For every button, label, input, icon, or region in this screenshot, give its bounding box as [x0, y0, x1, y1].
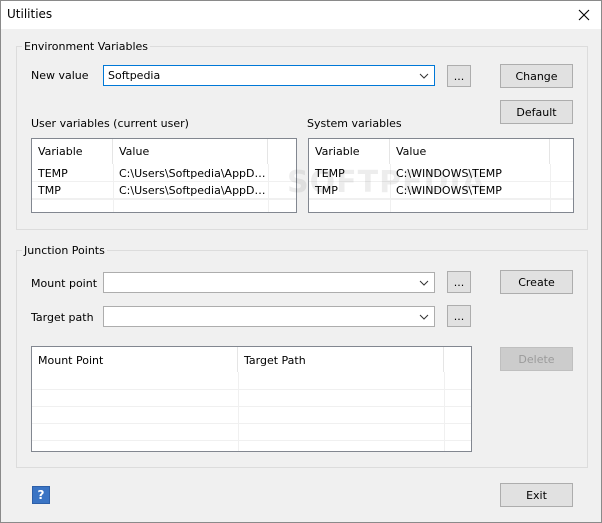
table-row[interactable]: TEMP C:\Users\Softpedia\AppDat... [32, 165, 296, 182]
system-variables-label: System variables [307, 117, 402, 130]
grid-line [32, 406, 471, 407]
grid-line [390, 164, 391, 212]
new-value-text: Softpedia [108, 69, 161, 82]
table-row[interactable]: TMP C:\WINDOWS\TEMP [309, 182, 573, 199]
system-variables-list[interactable]: Variable Value TEMP C:\WINDOWS\TEMP TMP … [308, 138, 574, 213]
table-row[interactable]: TEMP C:\WINDOWS\TEMP [309, 165, 573, 182]
target-path-label: Target path [31, 311, 94, 324]
column-header-variable[interactable]: Variable [32, 139, 113, 164]
default-button[interactable]: Default [500, 100, 573, 124]
variable-cell: TMP [315, 184, 338, 197]
chevron-down-icon[interactable] [416, 307, 432, 326]
value-cell: C:\Users\Softpedia\AppDat... [119, 167, 268, 180]
close-button[interactable] [567, 1, 601, 29]
table-row[interactable]: TMP C:\Users\Softpedia\AppDat... [32, 182, 296, 199]
column-header-variable[interactable]: Variable [309, 139, 390, 164]
exit-button[interactable]: Exit [500, 483, 573, 507]
utilities-window: Utilities Environment Variables New valu… [0, 0, 602, 523]
junction-points-list[interactable]: Mount Point Target Path [31, 346, 472, 452]
column-header-value[interactable]: Value [390, 139, 550, 164]
mount-point-browse-button[interactable]: ... [447, 271, 471, 293]
variable-cell: TMP [38, 184, 61, 197]
chevron-down-icon[interactable] [416, 66, 432, 85]
user-variables-label: User variables (current user) [31, 117, 189, 130]
user-variables-list[interactable]: Variable Value TEMP C:\Users\Softpedia\A… [31, 138, 297, 213]
grid-line [32, 389, 471, 390]
target-path-combobox[interactable] [103, 306, 435, 327]
grid-line [113, 164, 114, 212]
change-button[interactable]: Change [500, 64, 573, 88]
grid-line [32, 423, 471, 424]
environment-variables-label: Environment Variables [22, 40, 151, 53]
grid-line [268, 164, 269, 212]
new-value-combobox[interactable]: Softpedia [103, 65, 435, 86]
value-cell: C:\WINDOWS\TEMP [396, 184, 502, 197]
column-header-value[interactable]: Value [113, 139, 268, 164]
new-value-browse-button[interactable]: ... [447, 65, 471, 87]
help-icon[interactable]: ? [32, 486, 50, 504]
value-cell: C:\Users\Softpedia\AppDat... [119, 184, 268, 197]
chevron-down-icon[interactable] [416, 273, 432, 292]
grid-line [32, 199, 296, 200]
new-value-label: New value [31, 69, 89, 82]
title-bar: Utilities [1, 1, 601, 29]
window-title: Utilities [7, 7, 53, 21]
column-header-mount-point[interactable]: Mount Point [32, 347, 238, 372]
grid-line [550, 164, 551, 212]
column-header-target-path[interactable]: Target Path [238, 347, 444, 372]
junction-points-label: Junction Points [22, 244, 107, 257]
close-icon [578, 9, 590, 21]
mount-point-label: Mount point [31, 277, 98, 290]
mount-point-combobox[interactable] [103, 272, 435, 293]
grid-line [309, 199, 573, 200]
variable-cell: TEMP [38, 167, 68, 180]
grid-line [32, 440, 471, 441]
create-button[interactable]: Create [500, 270, 573, 294]
grid-line [444, 372, 445, 451]
variable-cell: TEMP [315, 167, 345, 180]
grid-line [238, 372, 239, 451]
target-path-browse-button[interactable]: ... [447, 305, 471, 327]
delete-button[interactable]: Delete [500, 347, 573, 371]
value-cell: C:\WINDOWS\TEMP [396, 167, 502, 180]
